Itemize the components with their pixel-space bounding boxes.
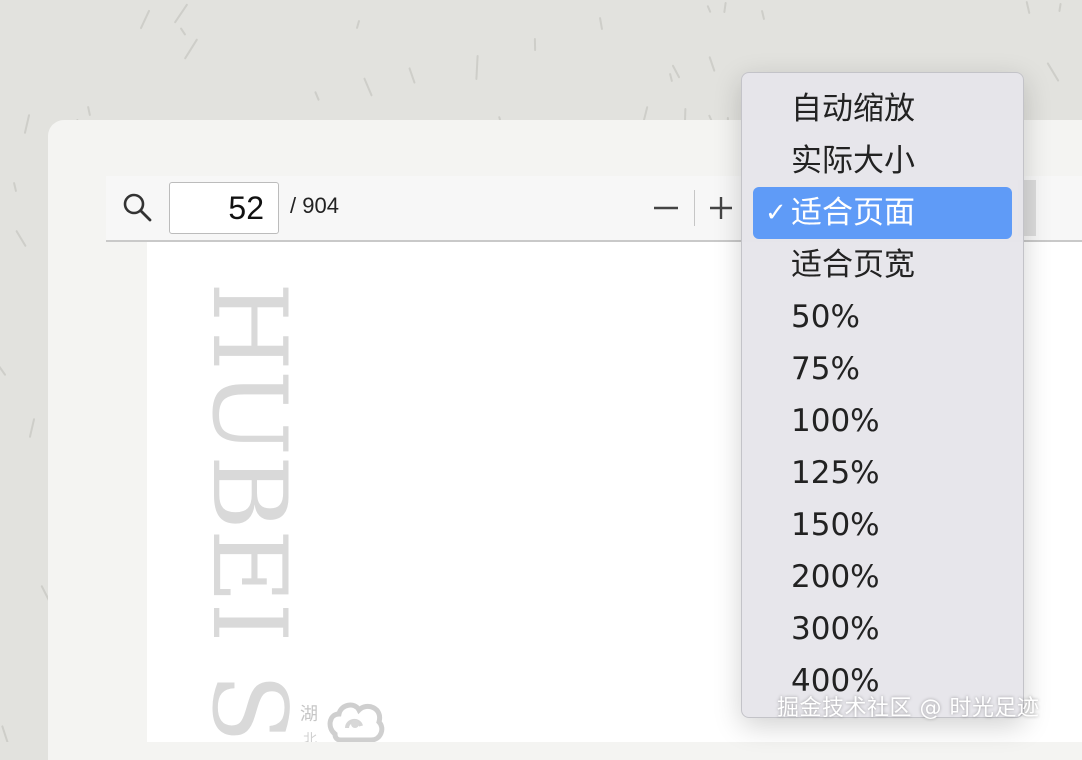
zoom-option-label: 150% [791, 507, 880, 543]
paper-fiber [15, 229, 27, 248]
zoom-option[interactable]: 实际大小 [753, 135, 1012, 187]
paper-fiber [0, 361, 7, 377]
zoom-option[interactable]: 50% [753, 291, 1012, 343]
minus-icon[interactable] [649, 190, 683, 224]
zoom-option-label: 50% [791, 299, 860, 335]
zoom-option-label: 200% [791, 559, 880, 595]
paper-fiber [86, 105, 92, 117]
paper-fiber [363, 77, 373, 97]
paper-fiber [12, 181, 18, 193]
paper-fiber [408, 67, 416, 84]
checkmark-icon: ✓ [765, 198, 787, 228]
zoom-option[interactable]: 适合页宽 [753, 239, 1012, 291]
paper-fiber [475, 54, 479, 81]
zoom-option-label: 75% [791, 351, 860, 387]
paper-fiber [671, 64, 681, 79]
zoom-option[interactable]: 300% [753, 603, 1012, 655]
zoom-option[interactable]: 自动缩放 [753, 83, 1012, 135]
zoom-option-label: 适合页宽 [791, 247, 915, 283]
zoom-option[interactable]: 200% [753, 551, 1012, 603]
zoom-dropdown-menu: 自动缩放 实际大小 ✓ 适合页面 适合页宽 50% 75% 100% 125% 150% 200% 3… [741, 72, 1024, 718]
paper-fiber [355, 19, 361, 30]
zoom-option[interactable]: 125% [753, 447, 1012, 499]
zoom-option[interactable]: 100% [753, 395, 1012, 447]
paper-fiber [598, 16, 604, 31]
paper-fiber [173, 3, 189, 24]
zoom-option[interactable]: ✓ 适合页面 [753, 187, 1012, 239]
paper-fiber [760, 9, 766, 21]
paper-fiber [23, 114, 31, 134]
plus-icon[interactable] [704, 190, 738, 224]
zoom-option-label: 100% [791, 403, 880, 439]
zoom-option-label: 125% [791, 455, 880, 491]
paper-fiber [179, 27, 187, 36]
page-count-label: / 904 [290, 193, 339, 218]
zoom-option[interactable]: 75% [753, 343, 1012, 395]
cloud-emblem-logo [327, 702, 385, 742]
search-icon[interactable] [120, 190, 154, 224]
zoom-option-label: 300% [791, 611, 880, 647]
page-number-input[interactable] [169, 182, 279, 234]
paper-fiber [1046, 62, 1060, 82]
paper-fiber [183, 38, 199, 60]
document-vertical-title: HUBEI S [189, 282, 308, 742]
paper-fiber [139, 9, 151, 30]
paper-fiber [1058, 2, 1062, 13]
paper-fiber [1, 725, 9, 742]
paper-fiber [28, 418, 36, 438]
toolbar-divider [694, 190, 695, 226]
zoom-option-label: 自动缩放 [791, 91, 915, 127]
watermark-text: 掘金技术社区 @ 时光足迹 [777, 696, 1040, 721]
paper-fiber [1025, 0, 1031, 15]
zoom-option-label: 适合页面 [791, 195, 915, 231]
zoom-option[interactable]: 150% [753, 499, 1012, 551]
paper-fiber [533, 37, 537, 52]
seal-character: 湖 [300, 704, 318, 725]
zoom-option-label: 实际大小 [791, 143, 915, 179]
paper-fiber [708, 56, 716, 72]
paper-fiber [668, 72, 674, 83]
seal-character-2: 北 [303, 732, 317, 742]
paper-fiber [706, 4, 712, 14]
paper-fiber [314, 91, 320, 101]
paper-fiber [723, 1, 727, 14]
